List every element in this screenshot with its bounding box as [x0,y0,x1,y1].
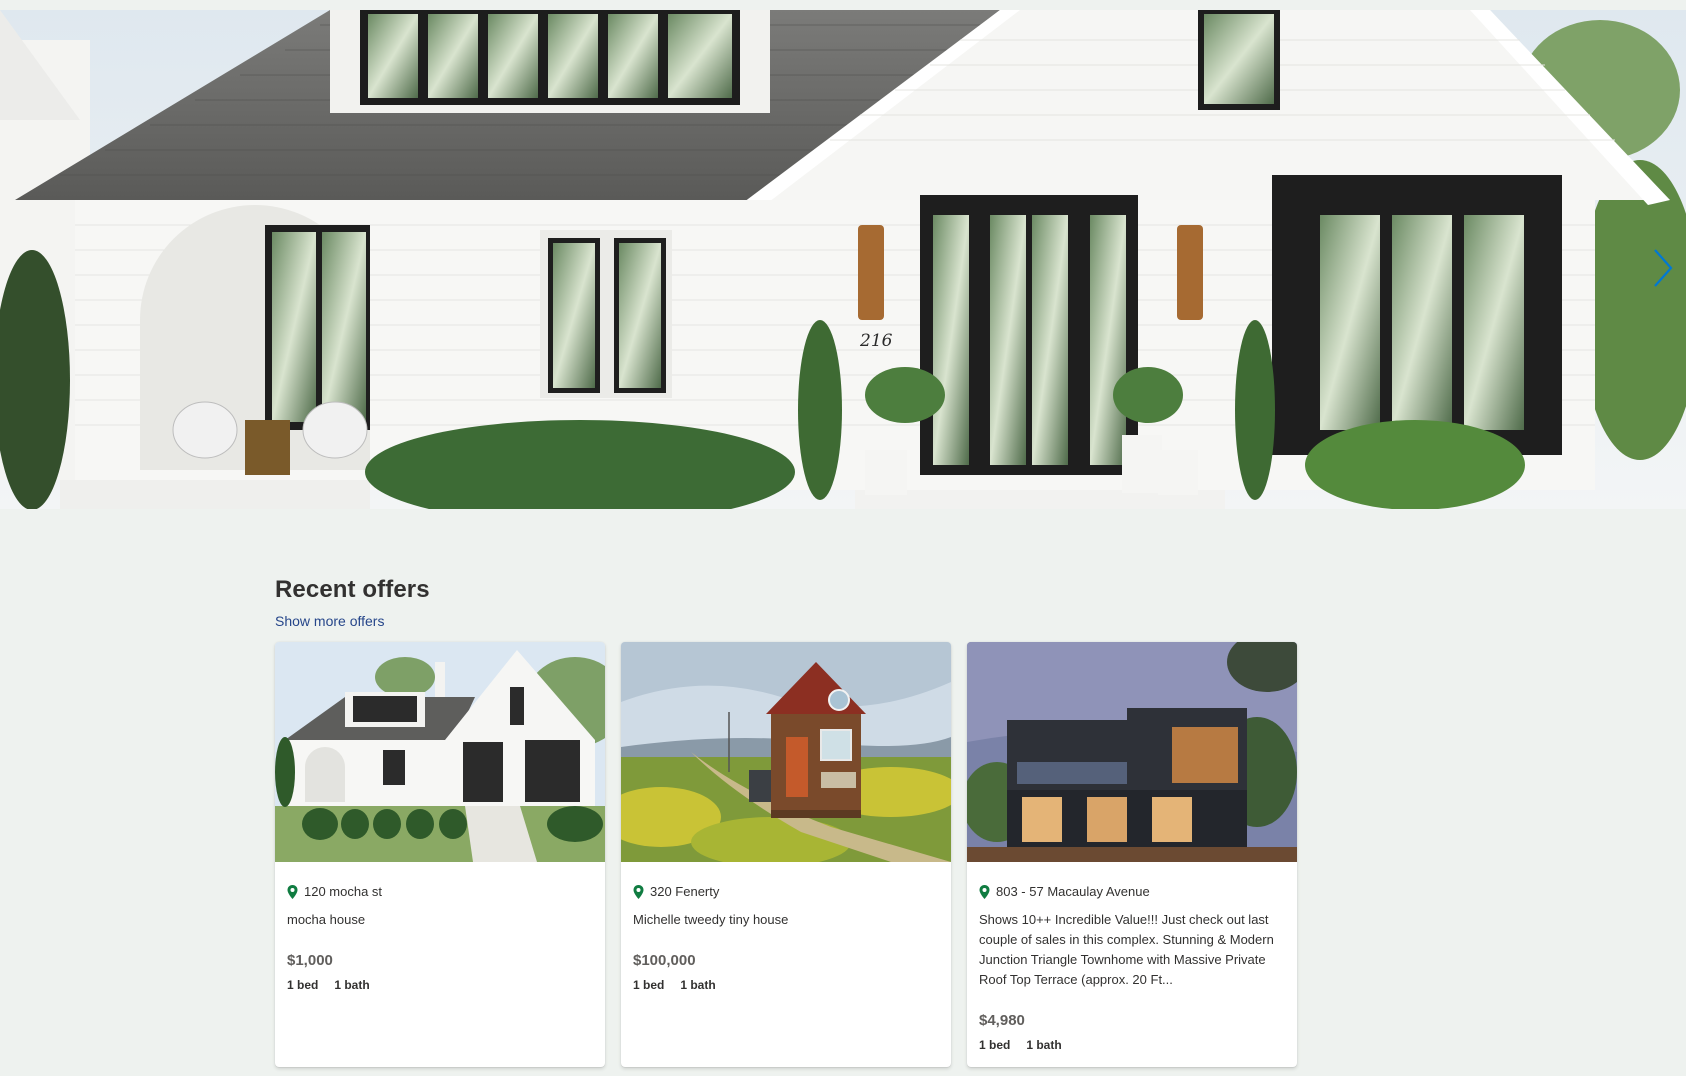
recent-offers-section: Recent offers Show more offers [275,576,1275,631]
offer-baths: 1 bath [680,978,716,992]
offer-address: 320 Fenerty [633,884,939,899]
offer-card-image [275,642,605,862]
offer-address: 120 mocha st [287,884,593,899]
offer-specs: 1 bed 1 bath [979,1038,1285,1052]
offer-description: mocha house [287,912,366,927]
location-pin-icon [979,884,990,899]
offer-price: $4,980 [979,1012,1025,1029]
offer-description: Michelle tweedy tiny house [633,912,789,927]
offer-baths: 1 bath [334,978,370,992]
offer-card[interactable]: 803 - 57 Macaulay Avenue Shows 10++ Incr… [967,642,1297,1067]
location-pin-icon [633,884,644,899]
offer-address-text: 803 - 57 Macaulay Avenue [996,884,1150,899]
section-title: Recent offers [275,576,430,603]
offer-card-image [621,642,951,862]
offer-beds: 1 bed [979,1038,1011,1052]
offer-address-text: 320 Fenerty [650,884,720,899]
carousel-prev-button[interactable] [0,260,10,290]
location-pin-icon [287,884,298,899]
offer-beds: 1 bed [287,978,319,992]
offer-address: 803 - 57 Macaulay Avenue [979,884,1285,899]
offer-specs: 1 bed 1 bath [287,978,593,992]
carousel-next-button[interactable] [1646,242,1680,294]
hero-carousel: 216 [0,10,1686,509]
offer-card[interactable]: 120 mocha st mocha house $1,000 1 bed 1 … [275,642,605,1067]
chevron-right-icon [1654,249,1673,287]
offer-price: $100,000 [633,952,696,969]
show-more-offers-link[interactable]: Show more offers [275,613,384,629]
offer-beds: 1 bed [633,978,665,992]
offer-baths: 1 bath [1026,1038,1062,1052]
offer-card[interactable]: 320 Fenerty Michelle tweedy tiny house $… [621,642,951,1067]
offer-card-image [967,642,1297,862]
offer-specs: 1 bed 1 bath [633,978,939,992]
offer-address-text: 120 mocha st [304,884,383,899]
offer-description: Shows 10++ Incredible Value!!! Just chec… [979,912,1274,987]
hero-house-number: 216 [859,331,893,351]
offer-price: $1,000 [287,952,333,969]
hero-house-image: 216 [0,10,1686,509]
